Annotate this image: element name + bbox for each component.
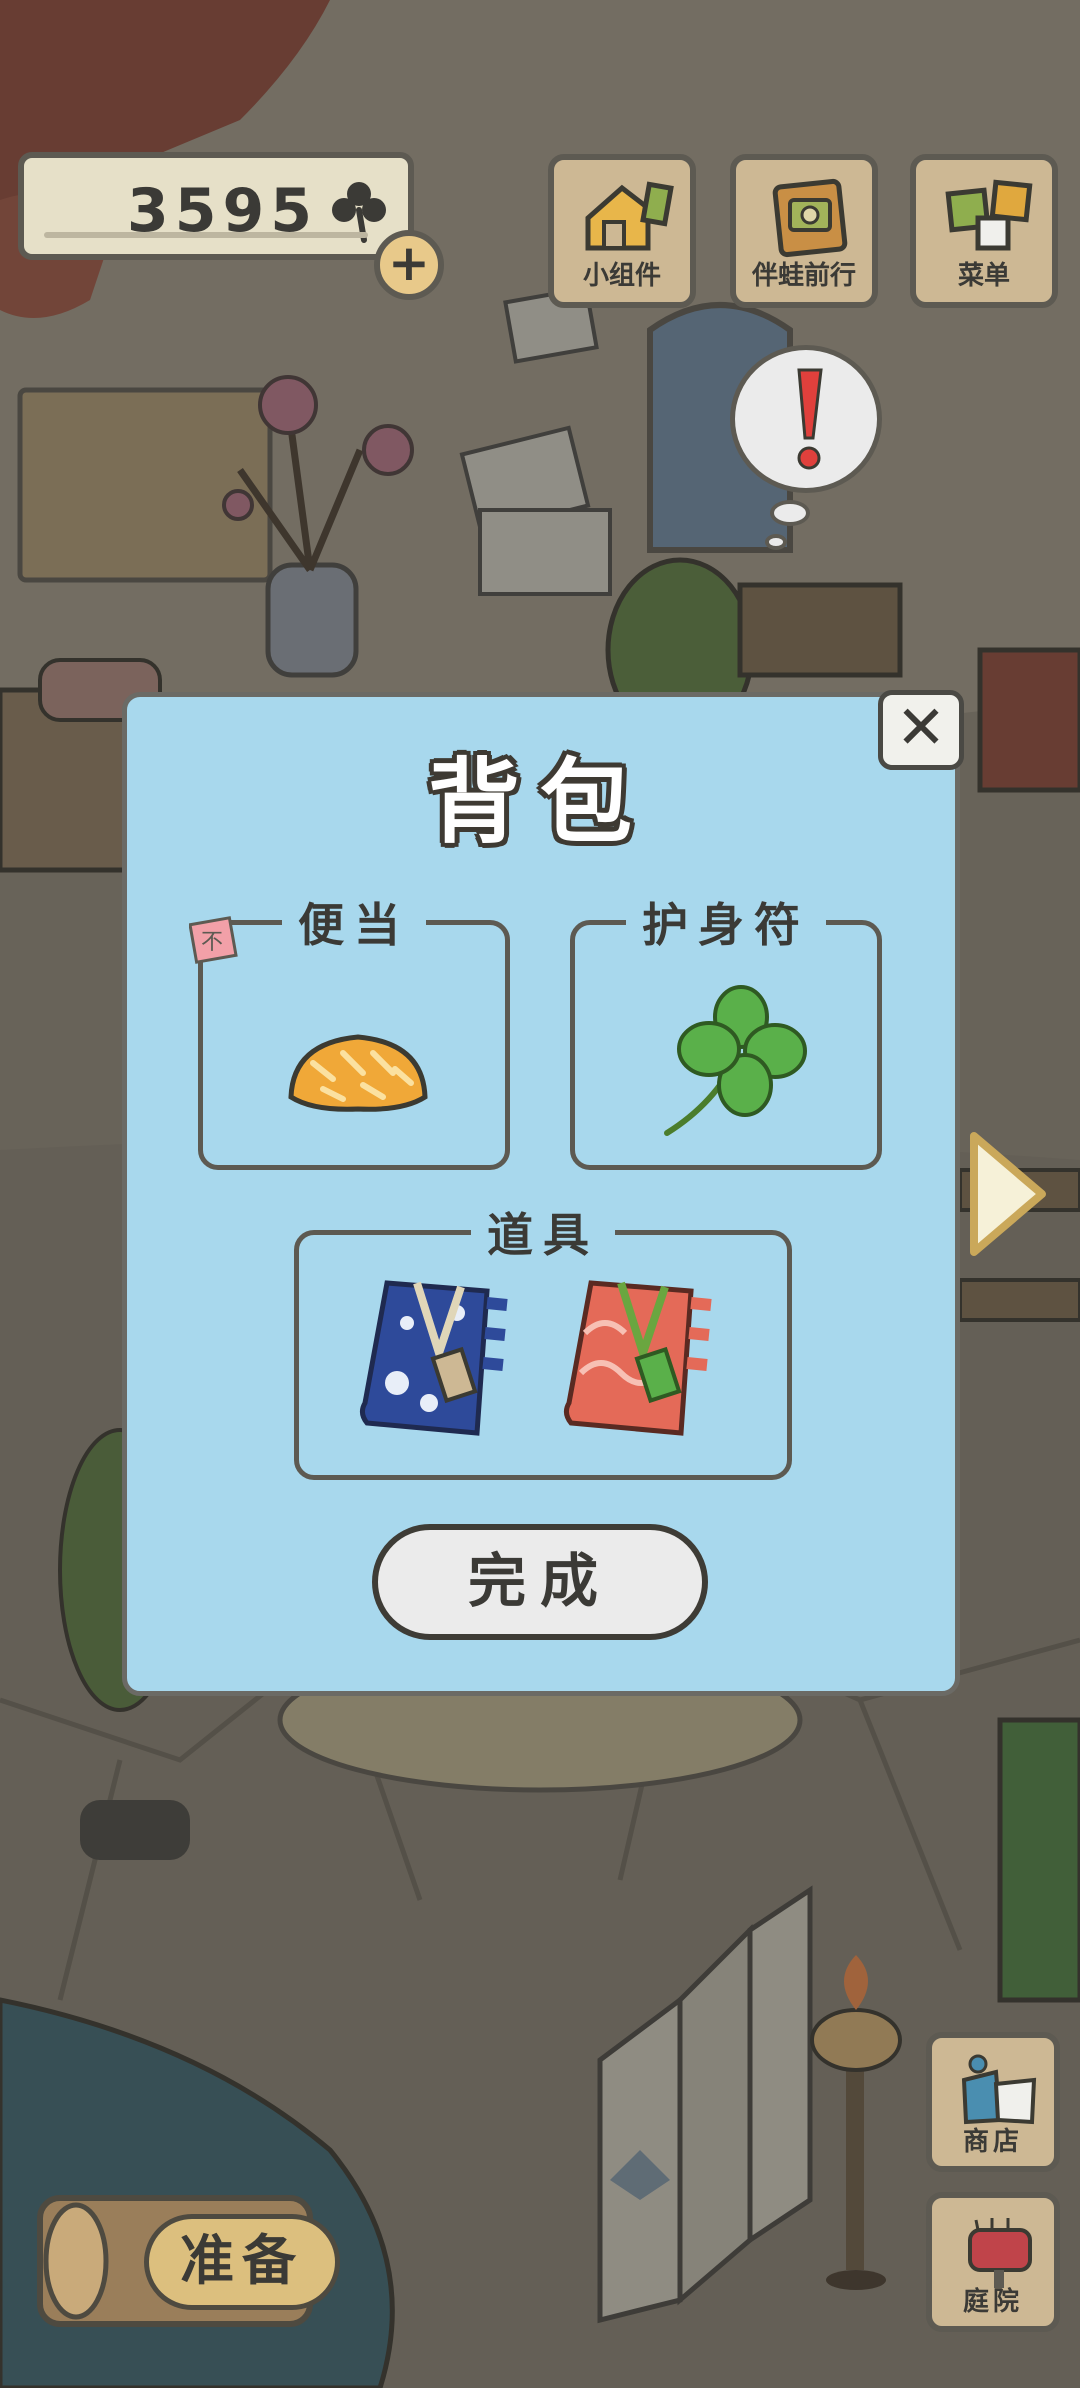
charm-label: 护身符 <box>626 889 826 955</box>
bubble-tail-large <box>770 500 810 526</box>
widget-label: 小组件 <box>582 261 661 291</box>
tools-slot[interactable]: 道具 <box>294 1199 792 1480</box>
journey-icon <box>772 178 848 258</box>
prepare-button[interactable]: 准备 <box>34 2186 340 2336</box>
add-clover-button[interactable]: + <box>374 230 444 300</box>
red-wave-bundle-icon <box>563 1280 712 1436</box>
prepare-label: 准备 <box>144 2214 340 2310</box>
blue-flower-bundle-icon <box>359 1280 508 1436</box>
menu-label: 菜单 <box>957 261 1010 291</box>
next-page-arrow-icon[interactable] <box>966 1128 1050 1260</box>
clover-counter: 3595 <box>18 152 414 260</box>
widget-button[interactable]: 小组件 <box>548 154 696 308</box>
charm-slot[interactable]: 护身符 <box>570 889 882 1170</box>
note-tag-icon: 不 <box>189 916 238 964</box>
shop-button[interactable]: 商店 <box>926 2032 1060 2172</box>
shop-label: 商店 <box>962 2127 1023 2157</box>
exclamation-icon <box>797 368 823 470</box>
widget-icon <box>585 181 674 251</box>
journey-label: 伴蛙前行 <box>751 261 856 291</box>
dialog-title: 背包 <box>427 749 652 856</box>
bento-slot[interactable]: 便当 不 <box>189 889 510 1170</box>
bento-label: 便当 <box>282 889 426 955</box>
garden-button[interactable]: 庭院 <box>926 2192 1060 2332</box>
mailbox-icon <box>968 2218 1032 2288</box>
svg-text:不: 不 <box>201 930 223 955</box>
notification-bubble[interactable] <box>730 345 882 493</box>
pineapple-bun-icon <box>288 1034 428 1112</box>
menu-button[interactable]: 菜单 <box>910 154 1058 308</box>
done-button[interactable]: 完成 <box>372 1524 708 1640</box>
garden-label: 庭院 <box>962 2287 1023 2317</box>
journey-button[interactable]: 伴蛙前行 <box>730 154 878 308</box>
bubble-tail-small <box>765 534 787 550</box>
shop-bag-icon <box>961 2054 1037 2125</box>
menu-icon <box>945 179 1033 251</box>
tools-label: 道具 <box>471 1199 615 1265</box>
four-leaf-clover-icon <box>664 985 807 1136</box>
counter-underline <box>44 232 368 238</box>
